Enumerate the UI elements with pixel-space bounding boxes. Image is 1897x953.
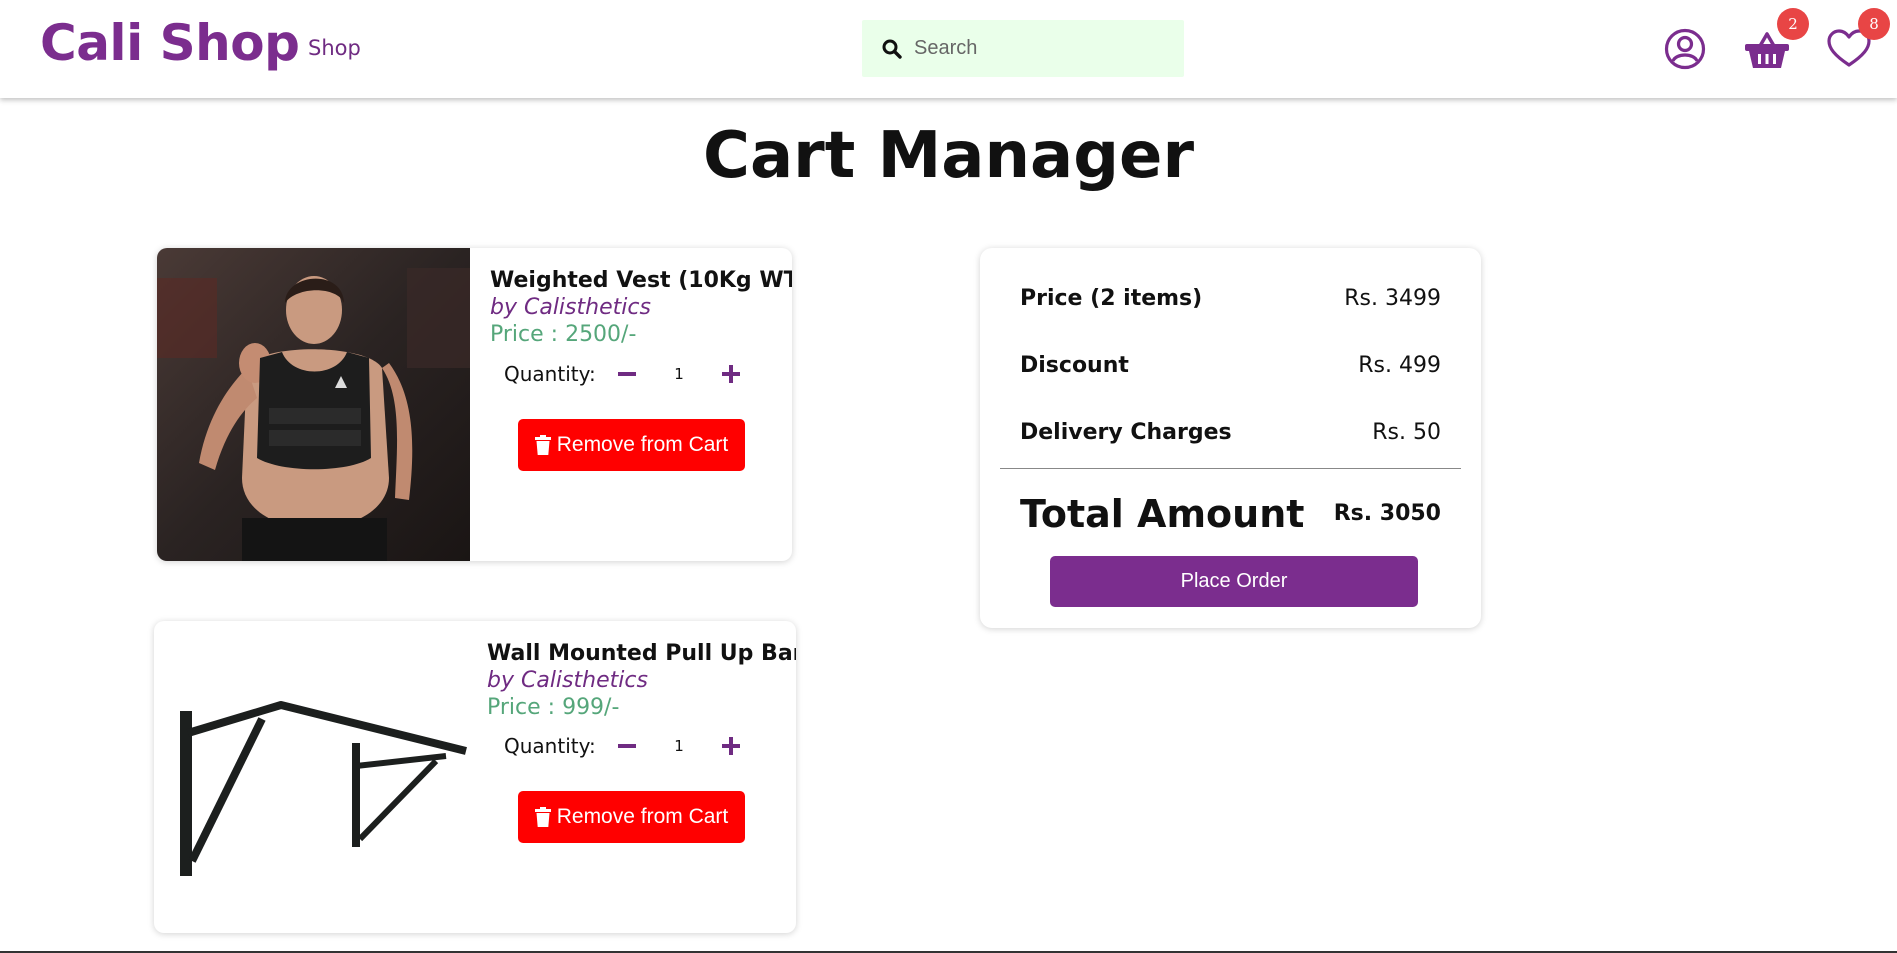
price-value: Rs. 3499	[1344, 286, 1441, 311]
quantity-value: 1	[674, 737, 684, 755]
price-label: Price (2 items)	[1020, 286, 1203, 311]
total-amount-value: Rs. 3050	[1333, 501, 1441, 526]
summary-divider	[1000, 468, 1461, 469]
search-bar[interactable]	[862, 20, 1184, 77]
cart-item-card: Wall Mounted Pull Up Bar by Calisthetics…	[154, 621, 796, 933]
remove-from-cart-label: Remove from Cart	[556, 805, 729, 828]
product-name[interactable]: Weighted Vest (10Kg WT)	[490, 268, 792, 293]
quantity-label: Quantity:	[504, 362, 596, 386]
price-row: Price (2 items) Rs. 3499	[1020, 286, 1441, 311]
increase-quantity-button[interactable]	[716, 359, 746, 389]
remove-from-cart-button[interactable]: Remove from Cart	[518, 791, 745, 843]
nav-link-shop[interactable]: Shop	[308, 36, 361, 60]
search-input[interactable]	[914, 37, 1164, 60]
quantity-label: Quantity:	[504, 734, 596, 758]
plus-icon	[722, 737, 740, 755]
place-order-button[interactable]: Place Order	[1050, 556, 1418, 607]
weighted-vest-product-image[interactable]	[157, 248, 470, 561]
top-navbar: Cali Shop Shop 2 8	[0, 0, 1897, 98]
quantity-stepper: Quantity: 1	[504, 731, 746, 761]
product-price: Price : 999/-	[487, 695, 620, 720]
user-profile-icon[interactable]	[1660, 24, 1710, 74]
search-icon	[882, 39, 902, 59]
total-amount-label: Total Amount	[1020, 492, 1305, 536]
product-brand: by Calisthetics	[487, 668, 648, 693]
discount-label: Discount	[1020, 353, 1129, 378]
cart-count-badge: 2	[1777, 8, 1809, 40]
minus-icon	[618, 372, 636, 376]
price-summary-card: Price (2 items) Rs. 3499 Discount Rs. 49…	[980, 248, 1481, 628]
wishlist-count-badge: 8	[1858, 8, 1890, 40]
trash-icon	[534, 435, 551, 455]
product-price: Price : 2500/-	[490, 322, 637, 347]
increase-quantity-button[interactable]	[716, 731, 746, 761]
remove-from-cart-label: Remove from Cart	[556, 433, 729, 456]
page-title: Cart Manager	[703, 119, 1194, 193]
discount-value: Rs. 499	[1358, 353, 1441, 378]
delivery-label: Delivery Charges	[1020, 420, 1232, 445]
decrease-quantity-button[interactable]	[612, 731, 642, 761]
remove-from-cart-button[interactable]: Remove from Cart	[518, 419, 745, 471]
quantity-value: 1	[674, 365, 684, 383]
delivery-row: Delivery Charges Rs. 50	[1020, 420, 1441, 445]
plus-icon	[722, 365, 740, 383]
product-brand: by Calisthetics	[490, 295, 651, 320]
cart-item-card: Weighted Vest (10Kg WT) by Calisthetics …	[157, 248, 792, 561]
decrease-quantity-button[interactable]	[612, 359, 642, 389]
trash-icon	[534, 807, 551, 827]
product-name[interactable]: Wall Mounted Pull Up Bar	[487, 641, 796, 666]
pull-up-bar-product-image[interactable]	[166, 621, 479, 933]
minus-icon	[618, 744, 636, 748]
delivery-value: Rs. 50	[1372, 420, 1441, 445]
discount-row: Discount Rs. 499	[1020, 353, 1441, 378]
site-logo[interactable]: Cali Shop	[40, 14, 300, 72]
quantity-stepper: Quantity: 1	[504, 359, 746, 389]
